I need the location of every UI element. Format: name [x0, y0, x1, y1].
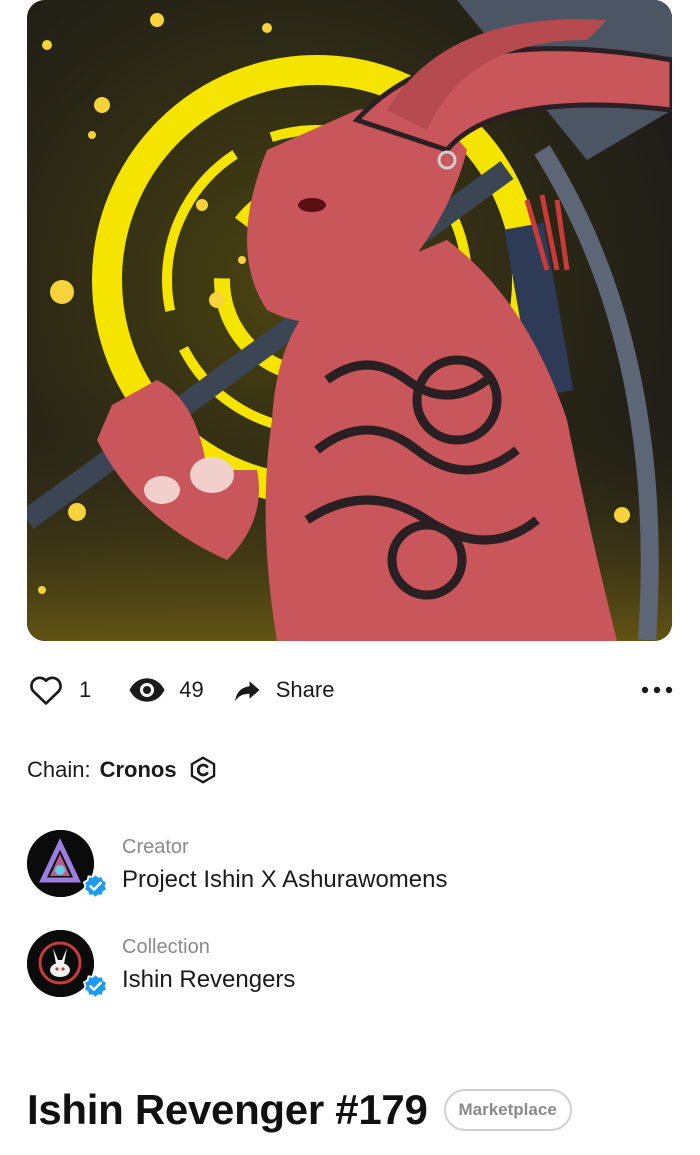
- heart-icon: [30, 676, 62, 705]
- chain-info: Chain: Cronos: [27, 754, 217, 786]
- collection-name[interactable]: Ishin Revengers: [122, 966, 295, 994]
- title-row: Ishin Revenger #179 Marketplace: [27, 1085, 572, 1135]
- nft-title: Ishin Revenger #179: [27, 1086, 428, 1133]
- creator-name[interactable]: Project Ishin X Ashurawomens: [122, 866, 448, 894]
- like-count: 1: [79, 677, 92, 702]
- share-arrow-icon: [234, 681, 260, 702]
- verified-icon: [82, 873, 109, 900]
- chain-value: Cronos: [99, 757, 177, 782]
- verified-icon: [82, 973, 109, 1000]
- chain-label: Chain:: [27, 757, 91, 782]
- creator-label: Creator: [122, 836, 189, 858]
- more-options-button[interactable]: [637, 675, 677, 705]
- marketplace-badge[interactable]: Marketplace: [443, 1089, 572, 1131]
- eye-icon: [129, 678, 165, 702]
- view-count: 49: [179, 677, 204, 702]
- engagement-bar: 1 49 Share: [27, 670, 677, 710]
- views-stat: 49: [91, 670, 204, 710]
- share-button[interactable]: Share: [204, 675, 335, 705]
- more-dots-icon: [641, 686, 673, 694]
- collection-label: Collection: [122, 936, 210, 958]
- like-button[interactable]: 1: [27, 671, 91, 709]
- nft-artwork[interactable]: [27, 0, 672, 641]
- cronos-icon: [190, 756, 215, 784]
- share-label: Share: [275, 677, 335, 702]
